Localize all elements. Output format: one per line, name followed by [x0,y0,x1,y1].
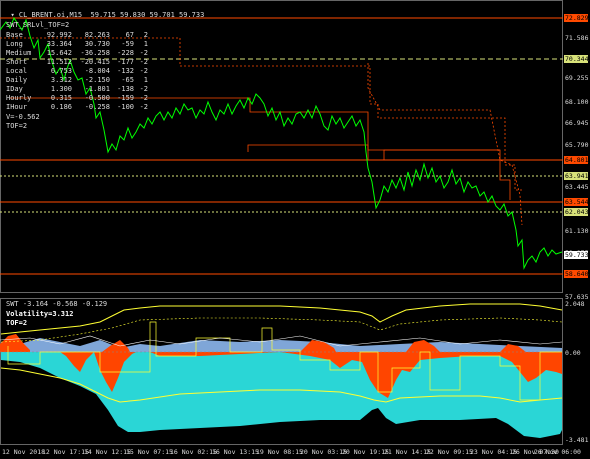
time-label: 16 Nov 02:15 [170,448,217,456]
time-label: 15 Nov 07:15 [126,448,173,456]
channel-lower-solid [247,144,500,161]
price-label: 61.130 [565,227,589,235]
stat-v1: 92.992 [46,31,72,39]
stat-v3: -132 [117,67,134,75]
price-tag: 62.043 [564,208,589,216]
stat-v2: -1.801 [84,85,110,93]
indicator-title: SWT_SRLvl_TOF=2 [6,21,70,29]
stat-v4: -2 [139,85,148,93]
stat-v4: -2 [139,94,148,102]
time-label: 23 Nov 04:15 [470,448,517,456]
stat-v2: -8.004 [84,67,110,75]
stat-v2: -2.150 [84,76,110,84]
time-label: 12 Nov 17:15 [42,448,89,456]
time-label: 12 Nov 2018 [2,448,46,456]
stat-v2: -36.258 [80,49,110,57]
time-label: 20 Nov 19:15 [342,448,389,456]
stat-v4: -2 [139,103,148,111]
stat-v4: 1 [143,76,148,84]
symbol-quote: CL_BRENT.oi,M15 59.715 59.830 59.701 59.… [18,11,205,19]
price-label: 69.255 [565,74,589,82]
price-tag: 63.544 [564,198,589,206]
dropdown-triangle-icon[interactable]: ▾ [10,11,18,19]
stat-v1: 33.364 [46,40,72,48]
price-label: 63.445 [565,183,589,191]
stat-v2: 30.730 [84,40,110,48]
time-label: 16 Nov 13:15 [212,448,259,456]
stat-v1: 15.642 [46,49,72,57]
sub-tof-label: TOF=2 [6,319,28,327]
sub-axis-zero: 0.00 [565,349,581,357]
stat-v1: 3.312 [50,76,72,84]
stat-v3: -59 [121,40,134,48]
price-label: 68.100 [565,98,589,106]
sub-axis-top: 2.048 [565,300,585,308]
sub-indicator-title: SWT -3.164 -0.568 -0.129 [6,300,108,308]
stat-name: Short [6,58,28,66]
stat-name: Local [6,67,28,75]
stat-v3: -228 [117,49,134,57]
time-label: 19 Nov 08:15 [256,448,303,456]
time-label: 20 Nov 03:15 [300,448,347,456]
stat-name: Medium [6,49,32,57]
stat-v3: -65 [121,76,134,84]
price-tag: 58.640 [564,270,589,278]
stat-name: Long [6,40,23,48]
time-label: 26 Nov 06:00 [534,448,581,456]
price-label: 66.945 [565,119,589,127]
time-label: 14 Nov 12:15 [84,448,131,456]
price-tag: 64.801 [564,156,589,164]
stat-v2: -0.500 [84,94,110,102]
price-tag: 59.733 [564,251,589,259]
time-label: 21 Nov 14:15 [384,448,431,456]
stat-v3: -138 [117,85,134,93]
channel-right-dashed [367,63,523,226]
stat-v4: -2 [139,67,148,75]
price-tag: 63.941 [564,172,589,180]
stat-v3: -159 [117,94,134,102]
stat-v1: 11.512 [46,58,72,66]
symbol-header: ▾ CL_BRENT.oi,M15 59.715 59.830 59.701 5… [2,2,204,20]
stat-v1: 6.753 [50,67,72,75]
indicator-tof-line: TOF=2 [6,122,28,130]
stat-name: IHour [6,103,28,111]
stat-name: Base [6,31,23,39]
price-tag: 70.344 [564,55,589,63]
sub-axis-bottom: -3.481 [565,436,589,444]
indicator-v-line: V=-0.562 [6,113,40,121]
stat-v3: -177 [117,58,134,66]
stat-v2: -0.258 [84,103,110,111]
channel-upper-solid [10,97,511,200]
stat-v3: -100 [117,103,134,111]
stat-v1: 0.186 [50,103,72,111]
price-label: 65.790 [565,141,589,149]
stat-name: IDay [6,85,23,93]
stat-v1: 0.315 [50,94,72,102]
stat-v1: 1.300 [50,85,72,93]
stat-v4: -2 [139,58,148,66]
stat-v3: 67 [125,31,134,39]
sub-envelope-upper-dashed [0,317,563,343]
sub-cyan-area [1,352,562,438]
stat-name: Hourly [6,94,32,102]
stat-v4: 1 [143,40,148,48]
stat-v2: 82.263 [84,31,110,39]
price-label: 71.586 [565,34,589,42]
price-tag: 72.829 [564,14,589,22]
time-label: 22 Nov 09:15 [426,448,473,456]
stat-v4: 2 [143,31,148,39]
stat-v4: -2 [139,49,148,57]
volatility-label: Volatility=3.312 [6,310,74,318]
stat-v2: -20.415 [80,58,110,66]
stat-name: Daily [6,76,28,84]
